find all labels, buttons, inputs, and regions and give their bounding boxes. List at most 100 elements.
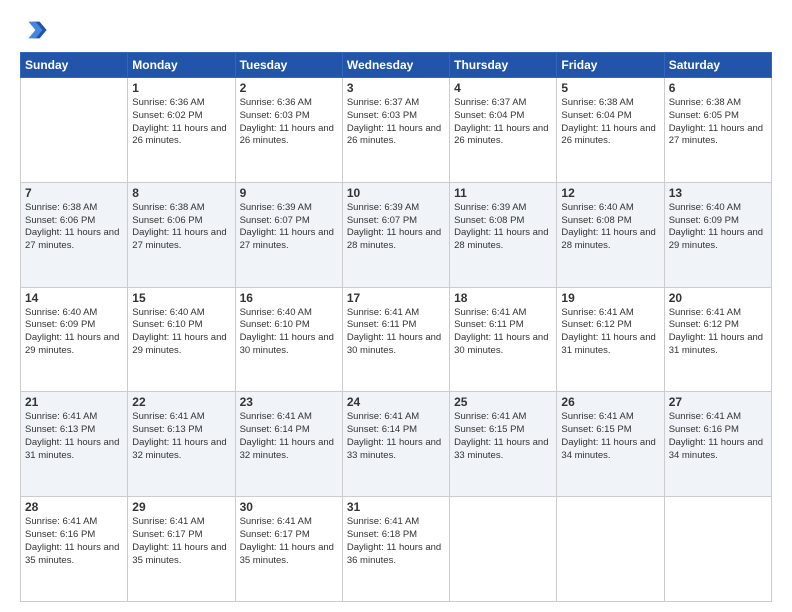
day-info: Sunrise: 6:41 AMSunset: 6:15 PMDaylight:… xyxy=(561,411,659,462)
calendar-cell: 26Sunrise: 6:41 AMSunset: 6:15 PMDayligh… xyxy=(557,392,664,497)
day-number: 19 xyxy=(561,291,659,305)
day-number: 15 xyxy=(132,291,230,305)
calendar-header-wednesday: Wednesday xyxy=(342,53,449,78)
day-number: 25 xyxy=(454,395,552,409)
calendar-cell: 16 Sunrise: 6:40 AMSunset: 6:10 PMDayligh… xyxy=(235,287,342,392)
day-info: Sunrise: 6:41 AMSunset: 6:16 PMDaylight:… xyxy=(669,411,767,462)
calendar-cell: 25Sunrise: 6:41 AMSunset: 6:15 PMDayligh… xyxy=(450,392,557,497)
day-info: Sunrise: 6:39 AMSunset: 6:08 PMDaylight:… xyxy=(454,202,552,253)
calendar-cell: 17 Sunrise: 6:41 AMSunset: 6:11 PMDayligh… xyxy=(342,287,449,392)
day-info: Sunrise: 6:40 AMSunset: 6:09 PMDaylight:… xyxy=(669,202,767,253)
calendar-week-row: 28Sunrise: 6:41 AMSunset: 6:16 PMDayligh… xyxy=(21,497,772,602)
calendar-cell: 31 Sunrise: 6:41 AMSunset: 6:18 PMDayligh… xyxy=(342,497,449,602)
day-number: 29 xyxy=(132,500,230,514)
logo xyxy=(20,16,54,44)
calendar-week-row: 7 Sunrise: 6:38 AMSunset: 6:06 PMDaylight… xyxy=(21,182,772,287)
day-number: 21 xyxy=(25,395,123,409)
day-number: 1 xyxy=(132,81,230,95)
calendar-cell: 3Sunrise: 6:37 AMSunset: 6:03 PMDaylight… xyxy=(342,78,449,183)
day-number: 31 xyxy=(347,500,445,514)
calendar-cell xyxy=(21,78,128,183)
day-info: Sunrise: 6:40 AMSunset: 6:10 PMDaylight:… xyxy=(132,307,230,358)
day-info: Sunrise: 6:41 AMSunset: 6:18 PMDaylight:… xyxy=(347,516,445,567)
header xyxy=(20,16,772,44)
day-info: Sunrise: 6:41 AMSunset: 6:14 PMDaylight:… xyxy=(240,411,338,462)
day-info: Sunrise: 6:41 AMSunset: 6:12 PMDaylight:… xyxy=(561,307,659,358)
calendar-cell: 10Sunrise: 6:39 AMSunset: 6:07 PMDayligh… xyxy=(342,182,449,287)
day-number: 11 xyxy=(454,186,552,200)
day-info: Sunrise: 6:38 AMSunset: 6:06 PMDaylight:… xyxy=(132,202,230,253)
day-number: 22 xyxy=(132,395,230,409)
day-info: Sunrise: 6:40 AMSunset: 6:10 PMDaylight:… xyxy=(240,307,338,358)
calendar-cell: 14 Sunrise: 6:40 AMSunset: 6:09 PMDayligh… xyxy=(21,287,128,392)
calendar-cell xyxy=(450,497,557,602)
day-info: Sunrise: 6:39 AMSunset: 6:07 PMDaylight:… xyxy=(240,202,338,253)
calendar-cell: 27Sunrise: 6:41 AMSunset: 6:16 PMDayligh… xyxy=(664,392,771,497)
day-info: Sunrise: 6:41 AMSunset: 6:11 PMDaylight:… xyxy=(454,307,552,358)
calendar-week-row: 1 Sunrise: 6:36 AMSunset: 6:02 PMDaylight… xyxy=(21,78,772,183)
calendar-cell: 21 Sunrise: 6:41 AMSunset: 6:13 PMDayligh… xyxy=(21,392,128,497)
day-info: Sunrise: 6:36 AMSunset: 6:03 PMDaylight:… xyxy=(240,97,338,148)
day-number: 30 xyxy=(240,500,338,514)
day-number: 9 xyxy=(240,186,338,200)
calendar-cell: 7 Sunrise: 6:38 AMSunset: 6:06 PMDaylight… xyxy=(21,182,128,287)
day-number: 28 xyxy=(25,500,123,514)
day-info: Sunrise: 6:41 AMSunset: 6:12 PMDaylight:… xyxy=(669,307,767,358)
day-info: Sunrise: 6:38 AMSunset: 6:05 PMDaylight:… xyxy=(669,97,767,148)
calendar-cell: 8Sunrise: 6:38 AMSunset: 6:06 PMDaylight… xyxy=(128,182,235,287)
calendar-header-tuesday: Tuesday xyxy=(235,53,342,78)
day-number: 13 xyxy=(669,186,767,200)
day-number: 14 xyxy=(25,291,123,305)
calendar-header-row: SundayMondayTuesdayWednesdayThursdayFrid… xyxy=(21,53,772,78)
day-info: Sunrise: 6:36 AMSunset: 6:02 PMDaylight:… xyxy=(132,97,230,148)
calendar-cell: 12 Sunrise: 6:40 AMSunset: 6:08 PMDayligh… xyxy=(557,182,664,287)
calendar-cell: 5Sunrise: 6:38 AMSunset: 6:04 PMDaylight… xyxy=(557,78,664,183)
day-number: 17 xyxy=(347,291,445,305)
calendar-cell: 30 Sunrise: 6:41 AMSunset: 6:17 PMDayligh… xyxy=(235,497,342,602)
day-number: 2 xyxy=(240,81,338,95)
calendar-cell: 15 Sunrise: 6:40 AMSunset: 6:10 PMDayligh… xyxy=(128,287,235,392)
day-info: Sunrise: 6:41 AMSunset: 6:17 PMDaylight:… xyxy=(132,516,230,567)
calendar-cell: 20 Sunrise: 6:41 AMSunset: 6:12 PMDayligh… xyxy=(664,287,771,392)
day-number: 7 xyxy=(25,186,123,200)
calendar-cell: 19 Sunrise: 6:41 AMSunset: 6:12 PMDayligh… xyxy=(557,287,664,392)
calendar-cell: 11 Sunrise: 6:39 AMSunset: 6:08 PMDayligh… xyxy=(450,182,557,287)
day-info: Sunrise: 6:40 AMSunset: 6:08 PMDaylight:… xyxy=(561,202,659,253)
day-info: Sunrise: 6:39 AMSunset: 6:07 PMDaylight:… xyxy=(347,202,445,253)
day-info: Sunrise: 6:41 AMSunset: 6:13 PMDaylight:… xyxy=(132,411,230,462)
logo-icon xyxy=(20,16,48,44)
calendar-cell: 2 Sunrise: 6:36 AMSunset: 6:03 PMDaylight… xyxy=(235,78,342,183)
day-number: 20 xyxy=(669,291,767,305)
calendar-header-thursday: Thursday xyxy=(450,53,557,78)
calendar-table: SundayMondayTuesdayWednesdayThursdayFrid… xyxy=(20,52,772,602)
day-info: Sunrise: 6:38 AMSunset: 6:06 PMDaylight:… xyxy=(25,202,123,253)
calendar-cell xyxy=(664,497,771,602)
calendar-cell: 4 Sunrise: 6:37 AMSunset: 6:04 PMDaylight… xyxy=(450,78,557,183)
day-number: 12 xyxy=(561,186,659,200)
day-info: Sunrise: 6:41 AMSunset: 6:13 PMDaylight:… xyxy=(25,411,123,462)
day-number: 16 xyxy=(240,291,338,305)
calendar-cell: 24Sunrise: 6:41 AMSunset: 6:14 PMDayligh… xyxy=(342,392,449,497)
day-number: 4 xyxy=(454,81,552,95)
day-info: Sunrise: 6:38 AMSunset: 6:04 PMDaylight:… xyxy=(561,97,659,148)
calendar-cell: 6 Sunrise: 6:38 AMSunset: 6:05 PMDaylight… xyxy=(664,78,771,183)
day-info: Sunrise: 6:37 AMSunset: 6:04 PMDaylight:… xyxy=(454,97,552,148)
page: SundayMondayTuesdayWednesdayThursdayFrid… xyxy=(0,0,792,612)
day-info: Sunrise: 6:37 AMSunset: 6:03 PMDaylight:… xyxy=(347,97,445,148)
calendar-header-monday: Monday xyxy=(128,53,235,78)
day-info: Sunrise: 6:41 AMSunset: 6:17 PMDaylight:… xyxy=(240,516,338,567)
day-number: 18 xyxy=(454,291,552,305)
day-info: Sunrise: 6:40 AMSunset: 6:09 PMDaylight:… xyxy=(25,307,123,358)
day-info: Sunrise: 6:41 AMSunset: 6:11 PMDaylight:… xyxy=(347,307,445,358)
calendar-cell: 18 Sunrise: 6:41 AMSunset: 6:11 PMDayligh… xyxy=(450,287,557,392)
day-number: 6 xyxy=(669,81,767,95)
calendar-header-sunday: Sunday xyxy=(21,53,128,78)
calendar-cell: 13 Sunrise: 6:40 AMSunset: 6:09 PMDayligh… xyxy=(664,182,771,287)
day-number: 23 xyxy=(240,395,338,409)
day-info: Sunrise: 6:41 AMSunset: 6:14 PMDaylight:… xyxy=(347,411,445,462)
calendar-week-row: 14 Sunrise: 6:40 AMSunset: 6:09 PMDayligh… xyxy=(21,287,772,392)
calendar-cell: 28Sunrise: 6:41 AMSunset: 6:16 PMDayligh… xyxy=(21,497,128,602)
calendar-cell: 23 Sunrise: 6:41 AMSunset: 6:14 PMDayligh… xyxy=(235,392,342,497)
calendar-cell: 29 Sunrise: 6:41 AMSunset: 6:17 PMDayligh… xyxy=(128,497,235,602)
calendar-cell: 9 Sunrise: 6:39 AMSunset: 6:07 PMDaylight… xyxy=(235,182,342,287)
